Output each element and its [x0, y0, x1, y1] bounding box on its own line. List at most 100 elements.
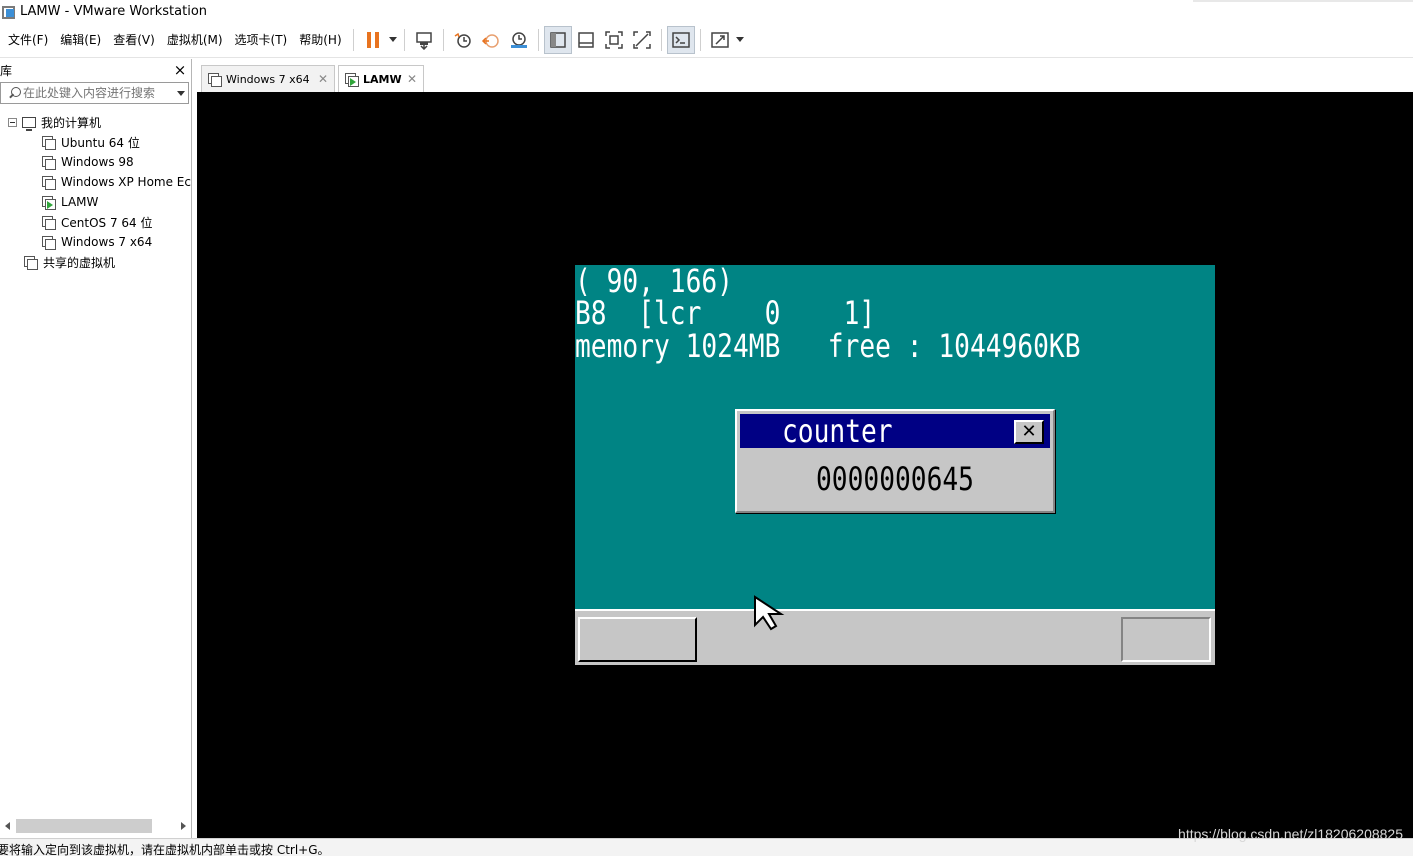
close-icon[interactable]: ✕ [407, 72, 417, 86]
tree-label: 我的计算机 [41, 115, 102, 130]
tree-item-vm[interactable]: CentOS 7 64 位 [0, 212, 191, 232]
snapshot-button[interactable] [449, 26, 477, 54]
vmware-logo-icon [2, 4, 16, 19]
counter-window-title-bar[interactable]: counter ✕ [740, 414, 1050, 448]
scroll-right-icon[interactable] [176, 818, 190, 834]
stretch-button[interactable] [706, 26, 734, 54]
show-library-icon [549, 31, 566, 48]
tab-bar: Windows 7 x64 ✕ LAMW ✕ [197, 59, 1413, 92]
tree-item-vm[interactable]: Windows 7 x64 [0, 232, 191, 252]
scroll-left-icon[interactable] [0, 818, 14, 834]
toolbar-separator [403, 28, 405, 51]
snapshot-manager-button[interactable] [505, 26, 533, 54]
running-vm-icon [42, 195, 56, 210]
tree-my-computer[interactable]: 我的计算机 [0, 112, 191, 132]
stretch-icon [710, 31, 729, 48]
tree-item-vm-running[interactable]: LAMW [0, 192, 191, 212]
thumbnail-bar-button[interactable] [572, 26, 600, 54]
search-input[interactable] [23, 86, 174, 100]
full-screen-icon [604, 30, 623, 49]
title-bar: LAMW - VMware Workstation [0, 0, 1413, 22]
counter-value: 0000000645 [816, 460, 974, 498]
revert-snapshot-button[interactable] [477, 26, 505, 54]
status-message: 要将输入定向到该虚拟机，请在虚拟机内部单击或按 Ctrl+G。 [0, 843, 330, 856]
toolbar-separator [352, 28, 354, 51]
vm-console[interactable]: ( 90, 166) B8 [lcr 0 1] memory 1024MB fr… [197, 92, 1413, 838]
pause-icon [366, 31, 379, 48]
vm-icon [42, 215, 56, 230]
tree-label: CentOS 7 64 位 [61, 215, 153, 230]
close-button[interactable]: ✕ [1014, 420, 1044, 444]
console-icon [671, 31, 690, 48]
library-panel: 库 × 我的计算机 Ubuntu 64 位 Windows 98 Windows… [0, 59, 192, 838]
thumbnail-bar-icon [577, 31, 594, 48]
tree-label: Windows XP Home Ec [60, 175, 191, 189]
library-title: 库 [0, 63, 13, 78]
pause-button[interactable] [359, 26, 387, 54]
scrollbar-thumb[interactable] [16, 819, 152, 833]
library-search [0, 82, 189, 104]
toolbar-separator [442, 28, 444, 51]
menu-help[interactable]: 帮助(H) [293, 29, 347, 51]
unity-button[interactable] [628, 26, 656, 54]
vm-icon [42, 135, 56, 150]
stretch-dropdown-arrow[interactable] [734, 26, 746, 54]
running-vm-icon [345, 72, 359, 87]
window-title: LAMW - VMware Workstation [20, 3, 208, 19]
vm-icon [208, 72, 222, 87]
menu-vm[interactable]: 虚拟机(M) [161, 29, 229, 51]
close-icon: ✕ [1021, 421, 1037, 442]
vm-tree: 我的计算机 Ubuntu 64 位 Windows 98 Windows XP … [0, 112, 191, 272]
search-icon [1, 83, 23, 103]
close-icon[interactable]: × [173, 63, 187, 78]
window-controls [1193, 0, 1413, 2]
counter-window[interactable]: counter ✕ 0000000645 [735, 409, 1055, 513]
menu-edit[interactable]: 编辑(E) [54, 29, 107, 51]
chevron-down-icon[interactable] [174, 91, 188, 96]
tree-label: Windows 7 x64 [61, 235, 153, 249]
send-ctrl-alt-del-button[interactable] [410, 26, 438, 54]
collapse-icon[interactable] [8, 117, 17, 127]
watermark-url: https://blog.csdn.net/zl18206208825 [1178, 826, 1403, 842]
send-ctrl-alt-del-icon [415, 31, 432, 50]
tab-lamw[interactable]: LAMW ✕ [338, 65, 424, 92]
tree-item-vm[interactable]: Windows 98 [0, 152, 191, 172]
guest-taskbar [575, 609, 1215, 665]
vm-icon [42, 155, 56, 170]
console-view-button[interactable] [666, 25, 695, 54]
full-screen-button[interactable] [600, 26, 628, 54]
tree-item-vm[interactable]: Windows XP Home Ec [0, 172, 191, 192]
power-dropdown-arrow[interactable] [387, 26, 399, 54]
memory-info-text: memory 1024MB free : 1044960KB [575, 327, 1081, 365]
menu-view[interactable]: 查看(V) [107, 29, 161, 51]
computer-icon [22, 116, 36, 131]
menu-toolbar: 文件(F) 编辑(E) 查看(V) 虚拟机(M) 选项卡(T) 帮助(H) [0, 22, 1413, 58]
tab-label: LAMW [363, 72, 402, 86]
revert-snapshot-icon [481, 33, 499, 48]
tab-windows-7-x64[interactable]: Windows 7 x64 ✕ [201, 65, 335, 92]
keyboard-status-text: B8 [lcr 0 1] [575, 294, 876, 332]
menu-tabs[interactable]: 选项卡(T) [229, 29, 294, 51]
snapshot-icon [454, 32, 471, 48]
counter-window-title: counter [782, 412, 893, 450]
horizontal-scrollbar[interactable] [0, 818, 190, 834]
tab-label: Windows 7 x64 [226, 72, 310, 86]
shared-vm-icon [24, 255, 38, 270]
show-library-button[interactable] [543, 25, 572, 54]
system-tray [1121, 617, 1211, 662]
tree-item-vm[interactable]: Ubuntu 64 位 [0, 132, 191, 152]
toolbar-separator [699, 28, 701, 51]
menu-file[interactable]: 文件(F) [2, 29, 54, 51]
unity-icon [632, 30, 651, 49]
vm-icon [42, 175, 56, 190]
start-button[interactable] [578, 617, 697, 662]
toolbar-separator [537, 28, 539, 51]
tree-label: Ubuntu 64 位 [61, 135, 140, 150]
tree-shared-vms[interactable]: 共享的虚拟机 [0, 252, 191, 272]
tree-label: Windows 98 [61, 155, 134, 169]
tree-label: 共享的虚拟机 [43, 255, 116, 270]
close-icon[interactable]: ✕ [318, 72, 328, 86]
guest-desktop[interactable]: ( 90, 166) B8 [lcr 0 1] memory 1024MB fr… [575, 265, 1215, 665]
toolbar-separator [660, 28, 662, 51]
library-header: 库 × [0, 59, 191, 81]
